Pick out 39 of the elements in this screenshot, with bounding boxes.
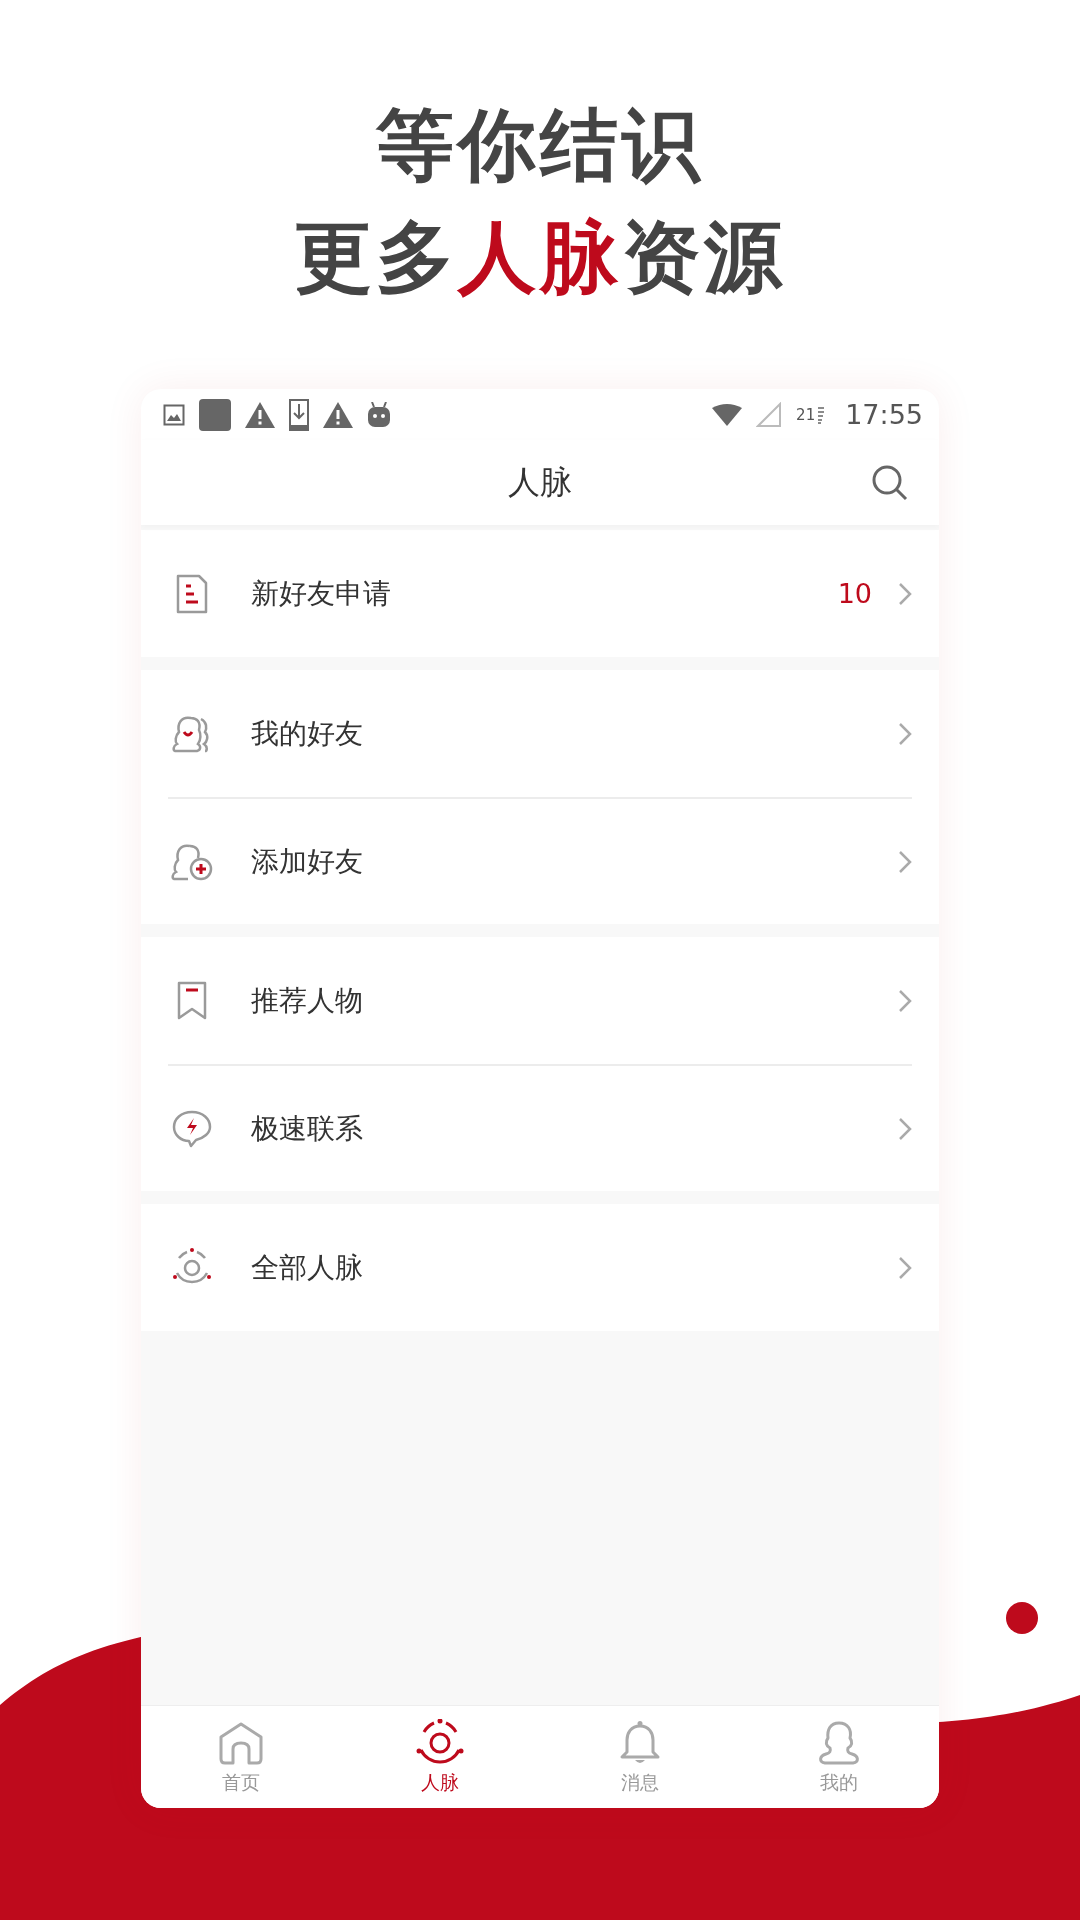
chevron-icon bbox=[898, 721, 912, 746]
dot bbox=[1006, 1602, 1038, 1634]
signal-icon bbox=[756, 401, 783, 428]
headline: 等你结识 bbox=[376, 101, 704, 191]
chevron-icon bbox=[898, 1116, 912, 1141]
person-icon bbox=[818, 1720, 861, 1766]
chevron-icon bbox=[898, 581, 912, 606]
screen-title: 人脉 bbox=[508, 461, 572, 503]
home-icon bbox=[217, 1721, 264, 1765]
nav-tab[interactable]: 人脉 bbox=[340, 1706, 540, 1808]
request-count: 10 bbox=[837, 578, 872, 609]
menu-item[interactable]: 极速联系 bbox=[168, 1064, 912, 1191]
document-icon bbox=[175, 573, 209, 614]
chevron-icon bbox=[898, 988, 912, 1013]
search-button[interactable] bbox=[871, 464, 909, 502]
chevron-icon bbox=[898, 1255, 912, 1280]
search-icon bbox=[871, 464, 909, 502]
contacts-ring-icon bbox=[416, 1719, 465, 1767]
menu-item[interactable]: 推荐人物 bbox=[141, 937, 939, 1064]
download-icon bbox=[289, 398, 309, 431]
wifi-icon bbox=[712, 403, 743, 426]
menu-item[interactable]: 新好友申请 10 bbox=[141, 530, 939, 657]
image-icon bbox=[163, 403, 185, 426]
chevron-icon bbox=[898, 849, 912, 874]
add-friend-icon bbox=[170, 841, 214, 882]
warning-icon bbox=[245, 401, 275, 428]
android-icon bbox=[367, 401, 391, 428]
battery-level: 21 bbox=[796, 405, 816, 424]
chat-bolt-icon bbox=[172, 1109, 212, 1148]
bookmark-icon bbox=[176, 980, 208, 1021]
bell-icon bbox=[618, 1720, 661, 1766]
menu-item[interactable]: 添加好友 bbox=[168, 797, 912, 924]
menu-item[interactable]: 我的好友 bbox=[141, 670, 939, 797]
menu-item[interactable]: 全部人脉 bbox=[141, 1204, 939, 1331]
app-icon bbox=[199, 398, 231, 431]
clock: 17:55 bbox=[845, 399, 923, 430]
headline: 更多人脉资源 bbox=[294, 213, 786, 303]
warning-icon bbox=[323, 401, 353, 428]
charging-icon bbox=[817, 405, 826, 424]
